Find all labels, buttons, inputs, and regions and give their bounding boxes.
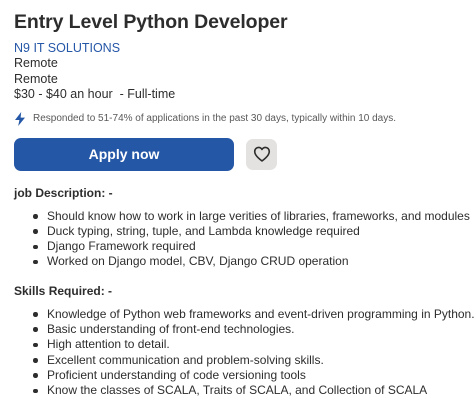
list-item: Duck typing, string, tuple, and Lambda k… <box>33 224 474 239</box>
job-posting: Entry Level Python Developer N9 IT SOLUT… <box>0 0 474 405</box>
list-item: High attention to detail. <box>33 337 474 352</box>
heart-icon <box>253 146 270 162</box>
save-job-button[interactable] <box>246 138 277 170</box>
list-item: Worked on Django model, CBV, Django CRUD… <box>33 254 474 269</box>
company-link[interactable]: N9 IT SOLUTIONS <box>14 41 474 56</box>
job-title: Entry Level Python Developer <box>14 11 288 33</box>
response-rate-note: Responded to 51-74% of applications in t… <box>14 111 474 126</box>
skills-required-heading: Skills Required: - <box>14 283 113 298</box>
job-description-list: Should know how to work in large veritie… <box>14 209 474 270</box>
list-item: Excellent communication and problem-solv… <box>33 353 474 368</box>
pay-and-type: $30 - $40 an hour - Full-time <box>14 87 474 103</box>
work-mode: Remote <box>14 71 58 86</box>
list-item: Django Framework required <box>33 239 474 254</box>
list-item: Knowledge of Python web frameworks and e… <box>33 307 474 322</box>
lightning-bolt-icon <box>15 111 25 126</box>
list-item: Proficient understanding of code version… <box>33 368 474 383</box>
list-item: Should know how to work in large veritie… <box>33 209 474 224</box>
skills-required-list: Knowledge of Python web frameworks and e… <box>14 307 474 399</box>
apply-now-button[interactable]: Apply now <box>14 137 234 171</box>
job-description-heading: job Description: - <box>14 185 113 200</box>
list-item: Know the classes of SCALA, Traits of SCA… <box>33 383 474 398</box>
action-bar: Apply now <box>14 137 474 171</box>
response-rate-text: Responded to 51-74% of applications in t… <box>33 112 396 124</box>
list-item: Basic understanding of front-end technol… <box>33 322 474 337</box>
pay-range: $30 - $40 an hour <box>14 87 113 101</box>
job-type: - Full-time <box>112 87 176 101</box>
job-location: Remote <box>14 56 58 70</box>
